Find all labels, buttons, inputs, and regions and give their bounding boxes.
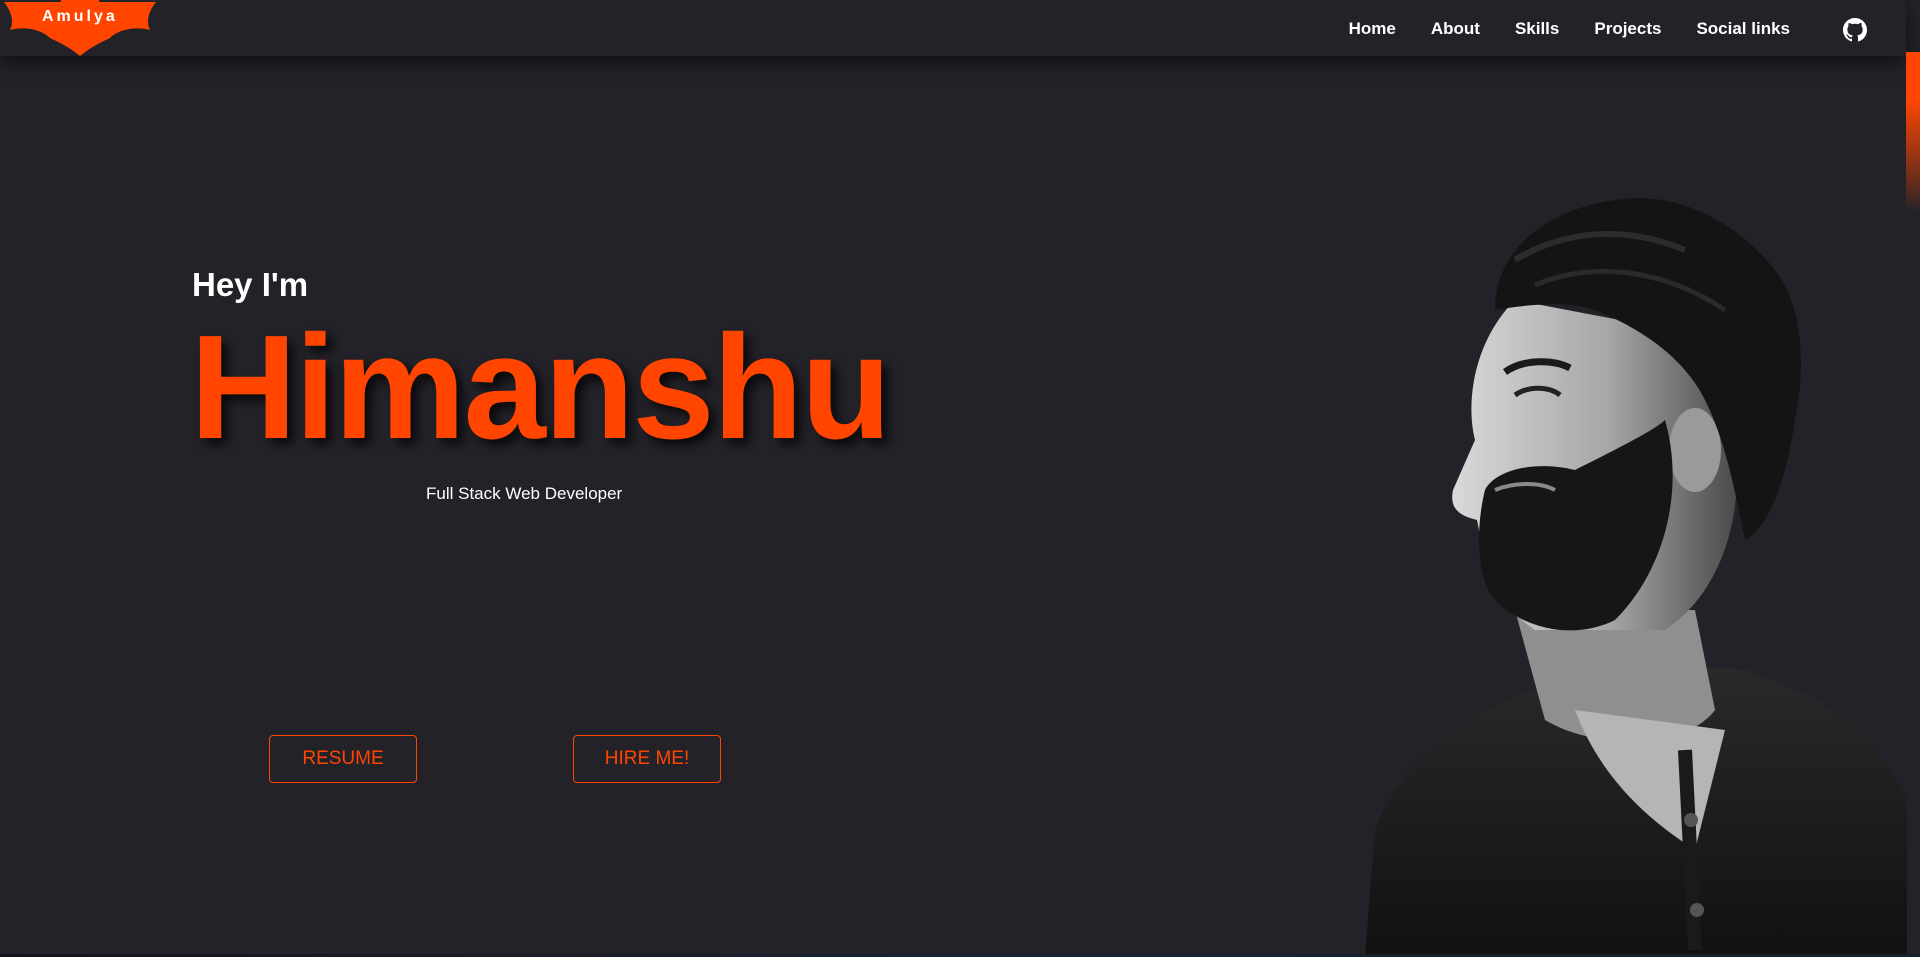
nav-skills[interactable]: Skills [1515,19,1559,39]
header: Amulya Home About Skills Projects Social… [0,0,1906,56]
page: Amulya Home About Skills Projects Social… [0,0,1920,957]
resume-button[interactable]: RESUME [269,735,417,783]
main-nav: Home About Skills Projects Social links [1349,19,1790,39]
hero-name: Himanshu [190,305,891,470]
logo[interactable]: Amulya [0,0,160,60]
portrait-photo [1365,190,1907,957]
nav-about[interactable]: About [1431,19,1480,39]
scrollbar-thumb[interactable] [1906,52,1920,212]
greeting: Hey I'm [192,266,309,303]
nav-home[interactable]: Home [1349,19,1396,39]
logo-text: Amulya [42,8,118,25]
person-portrait-icon [1365,198,1907,957]
hero-role: Full Stack Web Developer [426,484,623,503]
nav-social-links[interactable]: Social links [1696,19,1790,39]
nav-projects[interactable]: Projects [1594,19,1661,39]
hire-me-button[interactable]: HIRE ME! [573,735,721,783]
github-icon[interactable] [1843,18,1867,42]
